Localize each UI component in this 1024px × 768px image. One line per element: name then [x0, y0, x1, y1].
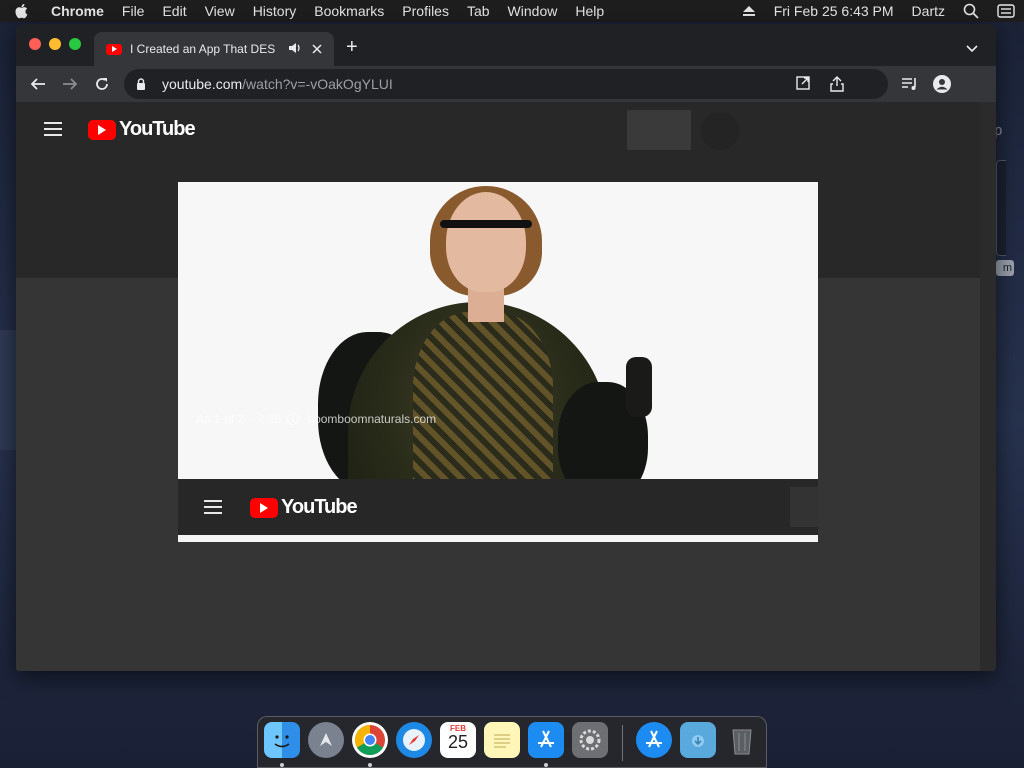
forward-arrow-icon[interactable] — [60, 74, 80, 94]
safari-compass-icon[interactable] — [396, 722, 432, 758]
url-path: /watch?v=-vOakOgYLUI — [242, 76, 393, 92]
header-loading-placeholder — [627, 110, 691, 150]
window-minimize-button[interactable] — [49, 38, 61, 50]
inner-hamburger-icon — [204, 500, 222, 514]
youtube-page: YouTube Ad 1 of 2 · 2:25 i boomboomnatur… — [16, 102, 980, 671]
eject-icon[interactable] — [733, 5, 765, 17]
app-store-folder-icon[interactable] — [636, 722, 672, 758]
lock-icon[interactable] — [136, 77, 152, 91]
video-frame-face — [446, 192, 526, 292]
google-chrome-icon[interactable] — [352, 722, 388, 758]
ad-info-overlay: Ad 1 of 2 · 2:25 i boomboomnaturals.com — [196, 412, 437, 426]
app-store-icon[interactable] — [528, 722, 564, 758]
mac-menu-bar: Chrome File Edit View History Bookmarks … — [0, 0, 1024, 22]
speaker-icon[interactable] — [288, 42, 304, 57]
hamburger-menu-icon[interactable] — [44, 122, 62, 136]
profile-avatar-icon[interactable] — [932, 74, 952, 94]
open-in-app-icon[interactable] — [796, 76, 812, 92]
ad-advertiser-link[interactable]: boomboomnaturals.com — [307, 412, 436, 426]
video-embedded-youtube-bar: YouTube — [178, 479, 818, 535]
finder-running-dot — [280, 763, 284, 767]
new-tab-button[interactable]: + — [346, 37, 358, 57]
menu-app-name[interactable]: Chrome — [42, 3, 113, 19]
avatar-loading-placeholder — [701, 112, 739, 150]
system-preferences-gear-icon[interactable] — [572, 722, 608, 758]
window-zoom-button[interactable] — [69, 38, 81, 50]
app-store-running-dot — [544, 763, 548, 767]
tab-strip: I Created an App That DES + — [16, 24, 996, 66]
menu-tab[interactable]: Tab — [458, 3, 499, 19]
trash-icon[interactable] — [724, 722, 760, 758]
menubar-clock[interactable]: Fri Feb 25 6:43 PM — [765, 3, 903, 19]
calendar-day: 25 — [447, 732, 469, 752]
youtube-logo[interactable]: YouTube — [88, 118, 196, 141]
video-bottom-strip — [178, 535, 818, 542]
menu-edit[interactable]: Edit — [153, 3, 195, 19]
control-center-icon[interactable] — [988, 4, 1024, 18]
inner-youtube-play-icon — [250, 497, 278, 518]
youtube-play-icon — [88, 119, 116, 140]
inner-youtube-logo: YouTube — [250, 496, 358, 519]
background-window-badge: m — [996, 260, 1014, 276]
inner-placeholder-box — [790, 487, 818, 527]
browser-tab-active[interactable]: I Created an App That DES — [94, 32, 334, 66]
video-frame-headband — [440, 220, 532, 228]
launchpad-rocket-icon[interactable] — [308, 722, 344, 758]
tab-search-chevron-icon[interactable] — [966, 40, 978, 58]
menu-bookmarks[interactable]: Bookmarks — [305, 3, 393, 19]
youtube-logo-text: YouTube — [119, 118, 196, 140]
calendar-icon[interactable]: FEB 25 — [440, 722, 476, 758]
browser-toolbar: youtube.com/watch?v=-vOakOgYLUI — [16, 66, 996, 102]
video-player[interactable]: Ad 1 of 2 · 2:25 i boomboomnaturals.com … — [178, 182, 818, 542]
spotlight-search-icon[interactable] — [954, 3, 988, 19]
address-bar[interactable]: youtube.com/watch?v=-vOakOgYLUI — [124, 69, 888, 99]
inner-youtube-logo-text: YouTube — [281, 496, 358, 518]
apple-menu-icon[interactable] — [14, 3, 42, 19]
video-frame-sequins — [413, 312, 553, 502]
menu-history[interactable]: History — [244, 3, 306, 19]
menu-view[interactable]: View — [196, 3, 244, 19]
dock-separator — [622, 725, 623, 761]
media-queue-icon[interactable] — [900, 74, 920, 94]
menu-profiles[interactable]: Profiles — [393, 3, 458, 19]
mac-dock: FEB 25 — [257, 716, 767, 768]
youtube-favicon-icon — [106, 43, 122, 55]
tab-title: I Created an App That DES — [130, 42, 276, 56]
page-scrollbar[interactable] — [980, 102, 996, 671]
ad-counter: Ad 1 of 2 — [196, 412, 245, 426]
ad-info-icon[interactable]: i — [287, 413, 300, 425]
share-icon[interactable] — [830, 76, 846, 92]
chrome-running-dot — [368, 763, 372, 767]
chrome-window: I Created an App That DES + youtube.com … — [16, 24, 996, 671]
back-arrow-icon[interactable] — [28, 74, 48, 94]
downloads-folder-icon[interactable] — [680, 722, 716, 758]
finder-icon[interactable] — [264, 722, 300, 758]
menu-file[interactable]: File — [113, 3, 154, 19]
menu-help[interactable]: Help — [566, 3, 613, 19]
window-close-button[interactable] — [29, 38, 41, 50]
video-frame-glove — [626, 357, 652, 417]
tab-close-icon[interactable] — [312, 41, 322, 57]
menu-window[interactable]: Window — [499, 3, 567, 19]
background-window-panel — [996, 160, 1006, 256]
notes-icon[interactable] — [484, 722, 520, 758]
reload-icon[interactable] — [92, 74, 112, 94]
ad-time: 2:25 — [258, 412, 282, 426]
url-host: youtube.com — [162, 76, 243, 92]
menubar-user[interactable]: Dartz — [903, 3, 954, 19]
